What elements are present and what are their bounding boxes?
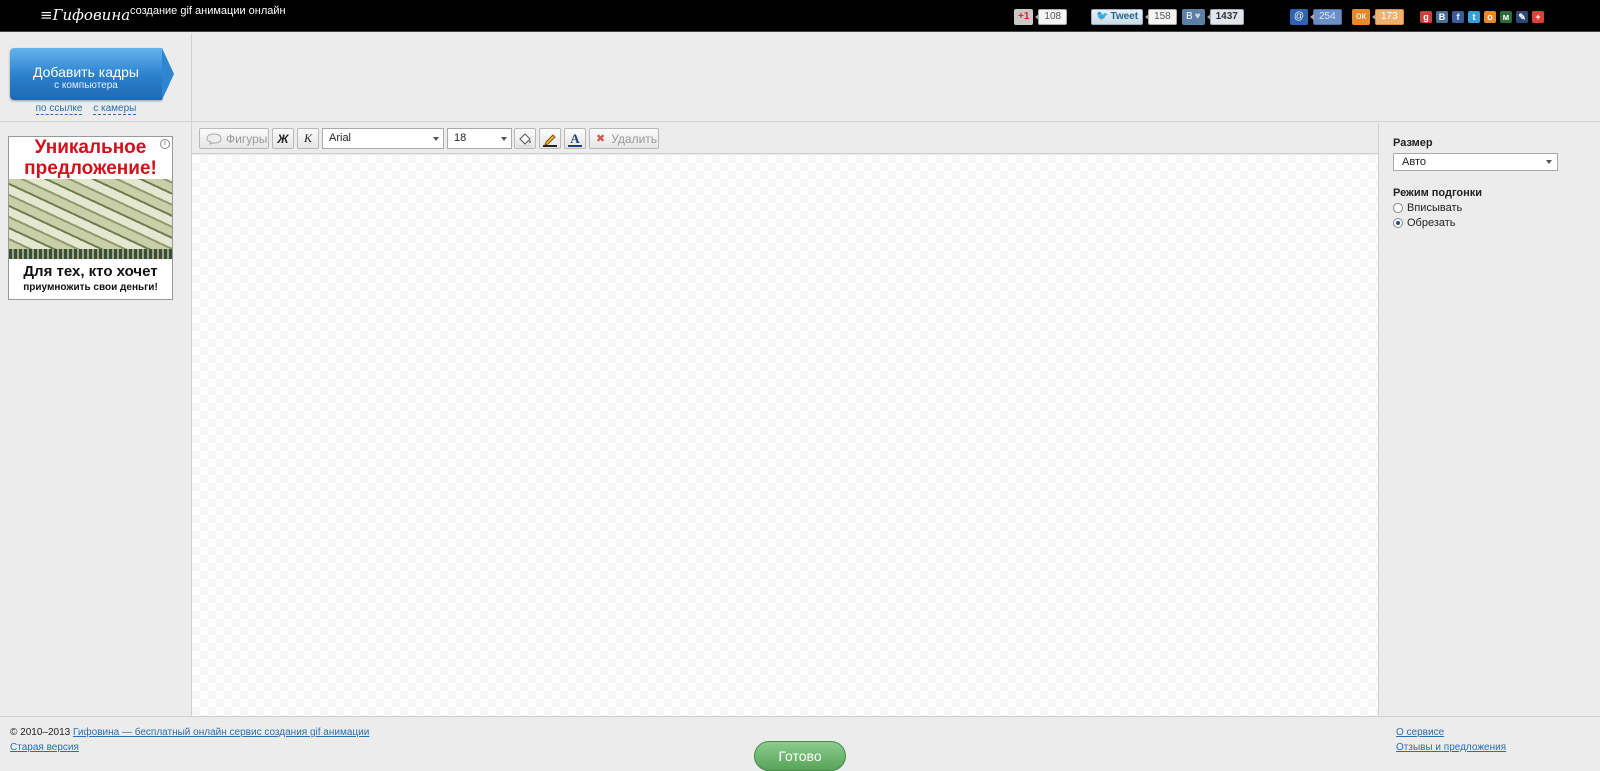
gplus-button[interactable]: +1 — [1014, 9, 1034, 25]
text-color-glyph: A — [570, 131, 580, 146]
logo-text: Гифовина — [52, 6, 131, 24]
font-size-value: 18 — [454, 132, 467, 144]
tweet-button[interactable]: 🐦 Tweet — [1091, 9, 1144, 25]
odnoklassniki-share[interactable]: ок 173 — [1352, 9, 1404, 25]
bold-label: Ж — [277, 131, 289, 146]
fit-option-label: Обрезать — [1407, 217, 1456, 229]
mailru-share[interactable]: @ 254 — [1290, 9, 1342, 25]
mailru-button[interactable]: @ — [1290, 9, 1308, 25]
gplus-count: 108 — [1035, 9, 1068, 25]
tagline: создание gif анимации онлайн — [130, 5, 286, 17]
fill-color-button[interactable] — [514, 128, 536, 149]
radio-crop[interactable] — [1393, 218, 1403, 228]
text-color-icon: A — [568, 131, 582, 147]
ad-info-icon[interactable]: i — [160, 139, 170, 149]
size-select[interactable]: Авто — [1393, 153, 1558, 171]
chevron-down-icon — [433, 137, 439, 141]
text-color-button[interactable]: A — [564, 128, 586, 149]
copyright: © 2010–2013 Гифовина — бесплатный онлайн… — [10, 727, 369, 738]
tweet-button-label: Tweet — [1110, 11, 1139, 22]
footer: © 2010–2013 Гифовина — бесплатный онлайн… — [0, 716, 1600, 771]
facebook-icon[interactable]: f — [1452, 11, 1464, 23]
add-by-url-link[interactable]: по ссылке — [35, 103, 83, 115]
twitter-bird-icon: 🐦 — [1096, 11, 1109, 22]
copyright-link[interactable]: Гифовина — бесплатный онлайн сервис созд… — [73, 727, 369, 738]
editor-canvas[interactable] — [192, 155, 1378, 716]
pencil-icon — [543, 133, 557, 147]
vk-button-label: В — [1186, 11, 1193, 22]
copyright-year: © 2010–2013 — [10, 727, 71, 738]
fit-option-crop[interactable]: Обрезать — [1393, 217, 1456, 229]
bold-button[interactable]: Ж — [272, 128, 294, 149]
gplus-icon[interactable]: g — [1420, 11, 1432, 23]
about-link[interactable]: О сервисе — [1396, 727, 1444, 738]
share-icons-row: g Вf t о м ✎ + — [1416, 9, 1544, 25]
moimir-icon[interactable]: м — [1500, 11, 1512, 23]
tweet-count: 158 — [1145, 9, 1177, 25]
editor-toolbar: Фигуры Ж К Arial 18 A ✖ Удалить — [192, 123, 1378, 154]
gplus-button-label: +1 — [1018, 11, 1030, 22]
chevron-down-icon — [1546, 160, 1552, 164]
chevron-down-icon — [501, 137, 507, 141]
font-size-select[interactable]: 18 — [447, 128, 512, 149]
logo[interactable]: ≡ Гифовина — [40, 6, 130, 24]
add-from-camera-link[interactable]: с камеры — [93, 103, 137, 115]
shapes-icon — [206, 132, 222, 145]
top-bar: ≡ Гифовина создание gif анимации онлайн +… — [0, 0, 1600, 32]
size-label: Размер — [1393, 137, 1433, 149]
twitter-icon[interactable]: t — [1468, 11, 1480, 23]
odnoklassniki-count: 173 — [1372, 9, 1404, 25]
ad-line-2: приумножить свои деньги! — [23, 282, 158, 293]
mailru-icon: @ — [1293, 11, 1305, 22]
feedback-link[interactable]: Отзывы и предложения — [1396, 742, 1506, 753]
vk-like-button[interactable]: В ♥ — [1182, 9, 1205, 25]
fit-mode-label: Режим подгонки — [1393, 187, 1483, 199]
vk-share[interactable]: В ♥ 1437 — [1182, 9, 1244, 25]
gplus-share[interactable]: +1 108 — [1014, 9, 1068, 25]
delete-button[interactable]: ✖ Удалить — [589, 128, 659, 149]
shapes-label: Фигуры — [226, 131, 268, 146]
left-panel: Добавить кадры с компьютера по ссылке с … — [0, 33, 192, 731]
settings-panel: Размер Авто Режим подгонки Вписывать Обр… — [1378, 123, 1600, 716]
money-image — [9, 179, 172, 249]
mailru-count: 254 — [1310, 9, 1342, 25]
add-frames-subtitle: с компьютера — [54, 80, 118, 91]
advertisement[interactable]: Уникальное предложение! i Для тех, кто х… — [8, 136, 173, 300]
paint-bucket-icon — [518, 132, 532, 147]
add-frames-title: Добавить кадры — [33, 64, 139, 80]
font-value: Arial — [329, 132, 352, 144]
italic-label: К — [304, 131, 312, 145]
done-button[interactable]: Готово — [754, 741, 846, 771]
add-frames-button[interactable]: Добавить кадры с компьютера — [10, 48, 174, 100]
size-value: Авто — [1402, 156, 1426, 168]
header-divider — [0, 121, 1600, 122]
logo-mark-icon: ≡ — [40, 6, 53, 24]
stroke-color-button[interactable] — [539, 128, 561, 149]
odnoklassniki-button[interactable]: ок — [1352, 9, 1370, 25]
old-version-link[interactable]: Старая версия — [10, 742, 79, 753]
odnoklassniki-icon[interactable]: о — [1484, 11, 1496, 23]
delete-label: Удалить — [611, 131, 658, 146]
shapes-button[interactable]: Фигуры — [199, 128, 269, 149]
italic-button[interactable]: К — [297, 128, 319, 149]
add-source-links: по ссылке с камеры — [0, 103, 172, 115]
fit-option-label: Вписывать — [1407, 202, 1463, 214]
more-icon[interactable]: + — [1532, 11, 1544, 23]
livejournal-icon[interactable]: ✎ — [1516, 11, 1528, 23]
font-select[interactable]: Arial — [322, 128, 444, 149]
twitter-share[interactable]: 🐦 Tweet 158 — [1091, 9, 1177, 25]
ad-divider — [9, 249, 172, 259]
ad-headline: Уникальное предложение! — [24, 137, 157, 179]
radio-contain[interactable] — [1393, 203, 1403, 213]
vk-icon[interactable]: В — [1436, 11, 1448, 23]
ad-line-1: Для тех, кто хочет — [23, 263, 158, 280]
delete-icon: ✖ — [596, 133, 606, 145]
heart-icon: ♥ — [1194, 11, 1201, 22]
fit-option-contain[interactable]: Вписывать — [1393, 202, 1462, 214]
odnoklassniki-icon: ок — [1356, 11, 1366, 22]
vk-count: 1437 — [1206, 9, 1244, 25]
